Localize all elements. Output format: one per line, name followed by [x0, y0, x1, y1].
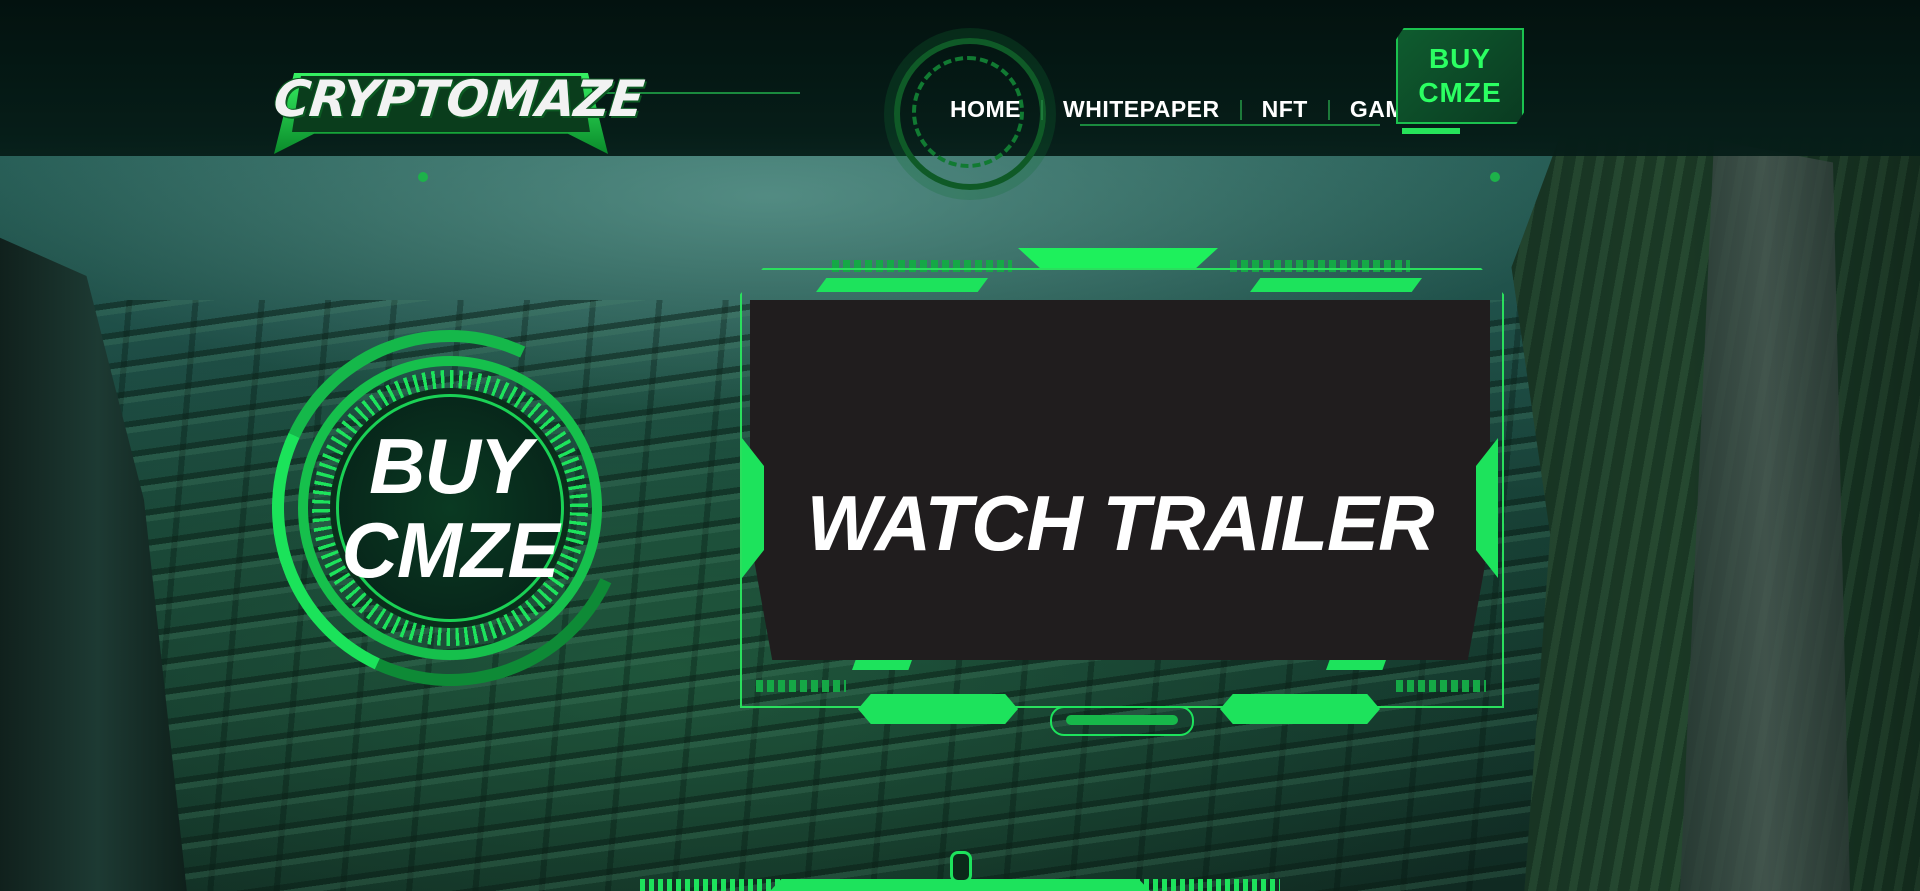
watch-trailer-label: WATCH TRAILER	[806, 479, 1435, 567]
site-header: CRYPTOMAZE HOME WHITEPAPER NFT GAMING BU…	[0, 0, 1920, 190]
watch-trailer-button[interactable]: WATCH TRAILER	[750, 300, 1490, 660]
circle-token-label: CMZE	[341, 506, 560, 594]
buy-button-underline	[1402, 128, 1460, 134]
nav-home[interactable]: HOME	[930, 96, 1041, 123]
buy-cmze-header-button[interactable]: BUY CMZE	[1396, 28, 1524, 124]
scroll-indicator-icon[interactable]	[950, 851, 972, 883]
hud-dot	[1490, 172, 1500, 182]
hud-dot	[418, 172, 428, 182]
main-nav: HOME WHITEPAPER NFT GAMING	[930, 96, 1467, 123]
trailer-frame: WATCH TRAILER	[740, 248, 1504, 748]
nav-nft[interactable]: NFT	[1242, 96, 1328, 123]
cryptomaze-logo[interactable]: CRYPTOMAZE	[270, 62, 646, 154]
logo-text: CRYPTOMAZE	[270, 70, 646, 128]
frame-top-tab	[1018, 248, 1218, 270]
frame-bottom-pill	[1050, 706, 1194, 736]
frame-bottom-slab	[858, 694, 1018, 724]
nav-whitepaper[interactable]: WHITEPAPER	[1043, 96, 1240, 123]
frame-bottom-slab	[1220, 694, 1380, 724]
buy-circle-core[interactable]: BUY CMZE	[336, 394, 564, 622]
hud-line	[1080, 124, 1380, 126]
buy-cmze-circle-button[interactable]: BUY CMZE	[221, 279, 679, 737]
buy-token-label: CMZE	[1418, 77, 1502, 108]
circle-buy-label: BUY	[369, 422, 532, 510]
buy-label: BUY	[1428, 43, 1492, 74]
